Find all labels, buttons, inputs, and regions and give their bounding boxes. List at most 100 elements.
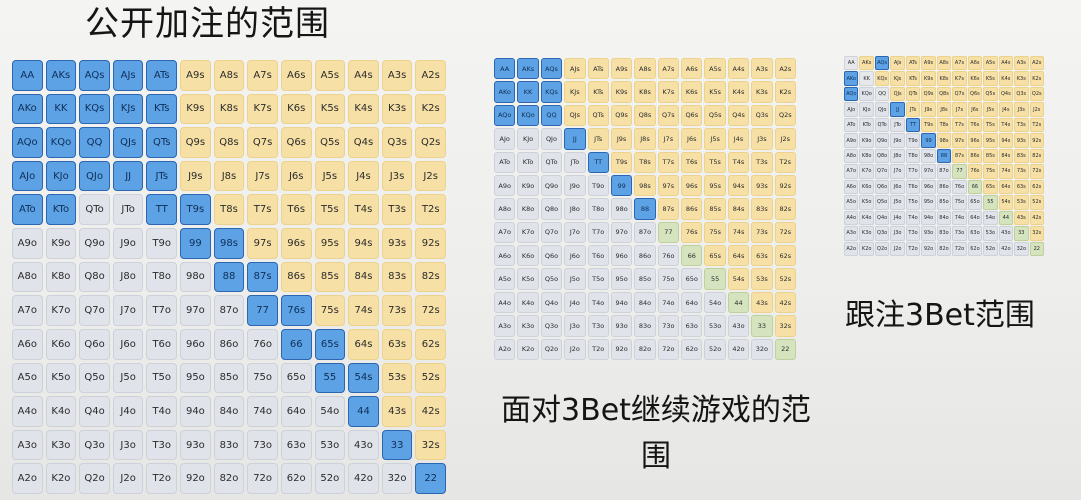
hand-cell-q9s: Q9s [180,127,211,158]
hand-cell-j7o: J7o [112,295,144,326]
hand-cell-a6o: A6o [12,328,43,360]
hand-cell-87o: 87o [213,295,245,326]
hand-cell-j9s: J9s [610,128,633,150]
hand-cell-64s: 64s [348,328,379,360]
hand-cell-54o: 54o [314,396,346,427]
hand-cell-53s: 53s [751,268,773,290]
hand-cell-97s: 97s [247,228,278,259]
hand-cell-t6s: T6s [681,151,703,173]
hand-cell-84s: 84s [727,198,750,220]
hand-cell-kk: KK [45,93,77,125]
hand-cell-t2s: T2s [1029,117,1044,133]
hand-cell-65s: 65s [704,245,726,267]
hand-cell-q2o: Q2o [874,241,890,256]
hand-cell-84s: 84s [348,261,379,293]
hand-cell-63s: 63s [381,328,413,360]
hand-cell-96s: 96s [681,174,703,197]
hand-cell-93s: 93s [751,174,773,197]
hand-cell-a2o: A2o [494,338,516,360]
hand-cell-qts: QTs [146,127,178,158]
hand-cell-99: 99 [610,174,633,197]
hand-cell-j5s: J5s [983,102,998,117]
hand-cell-88: 88 [213,261,245,293]
hand-cell-43s: 43s [381,396,413,427]
hand-cell-t3s: T3s [381,194,413,226]
hand-cell-k9o: K9o [517,174,539,197]
hand-cell-q2o: Q2o [540,338,563,360]
hand-cell-j7o: J7o [890,164,905,179]
hand-cell-t4o: T4o [905,210,921,226]
hand-cell-qjs: QJs [890,86,905,102]
hand-cell-j8s: J8s [213,160,245,192]
hand-cell-42s: 42s [1029,210,1044,226]
hand-cell-k8s: K8s [213,93,245,125]
hand-cell-54s: 54s [348,362,379,394]
hand-cell-a3o: A3o [494,315,516,337]
hand-cell-j7s: J7s [952,102,967,117]
hand-cell-j8o: J8o [564,198,586,220]
hand-cell-j3s: J3s [381,160,413,192]
hand-cell-tt: TT [146,194,178,226]
hand-cell-jj: JJ [890,102,905,117]
hand-cell-t5o: T5o [905,195,921,210]
hand-cell-a6o: A6o [494,245,516,267]
hand-cell-84o: 84o [213,396,245,427]
hand-cell-a2s: A2s [1029,56,1044,71]
hand-cell-ako: AKo [494,81,516,103]
hand-cell-qjo: QJo [79,160,110,192]
hand-cell-65s: 65s [314,328,346,360]
hand-cell-j9o: J9o [112,228,144,259]
hand-cell-92s: 92s [774,174,796,197]
hand-cell-22: 22 [1029,241,1044,256]
hand-cell-t8s: T8s [634,151,656,173]
hand-cell-63o: 63o [967,226,983,241]
hand-cell-j2o: J2o [112,463,144,494]
hand-cell-jts: JTs [146,160,178,192]
hand-cell-62s: 62s [415,328,446,360]
hand-cell-95s: 95s [983,133,998,148]
hand-cell-q8o: Q8o [540,198,563,220]
hand-cell-55: 55 [314,362,346,394]
hand-cell-k7s: K7s [657,81,680,103]
hand-cell-qto: QTo [540,151,563,173]
hand-cell-a8s: A8s [936,56,952,71]
hand-cell-75s: 75s [704,221,726,244]
hand-cell-t8o: T8o [146,261,178,293]
hand-cell-t9o: T9o [587,174,609,197]
hand-cell-74s: 74s [998,164,1014,179]
hand-cell-a4o: A4o [494,291,516,314]
hand-cell-k3o: K3o [517,315,539,337]
hand-cell-kqo: KQo [517,104,539,127]
hand-cell-a9s: A9s [610,58,633,80]
hand-cell-43o: 43o [998,226,1014,241]
hand-cell-k2o: K2o [45,463,77,494]
hand-cell-q4s: Q4s [727,104,750,127]
hand-cell-q8o: Q8o [79,261,110,293]
hand-cell-k9s: K9s [180,93,211,125]
hand-cell-q5s: Q5s [314,127,346,158]
hand-cell-86o: 86o [213,328,245,360]
hand-cell-96o: 96o [610,245,633,267]
hand-cell-q6o: Q6o [874,179,890,195]
hand-cell-k7o: K7o [45,295,77,326]
hand-cell-82s: 82s [774,198,796,220]
hand-cell-86s: 86s [967,148,983,164]
hand-cell-j7o: J7o [564,221,586,244]
hand-cell-98o: 98o [610,198,633,220]
hand-cell-54s: 54s [998,195,1014,210]
hand-cell-q5o: Q5o [540,268,563,290]
hand-cell-k3s: K3s [1014,71,1029,86]
hand-cell-72s: 72s [774,221,796,244]
hand-cell-k2s: K2s [1029,71,1044,86]
hand-cell-j9o: J9o [890,133,905,148]
hand-cell-96o: 96o [921,179,936,195]
hand-cell-k4o: K4o [45,396,77,427]
hand-cell-a5s: A5s [983,56,998,71]
hand-cell-q9s: Q9s [921,86,936,102]
hand-cell-j7s: J7s [247,160,278,192]
hand-cell-52o: 52o [704,338,726,360]
hand-cell-q7o: Q7o [874,164,890,179]
hand-cell-72o: 72o [657,338,680,360]
hand-cell-aks: AKs [45,60,77,91]
hand-cell-j3o: J3o [564,315,586,337]
